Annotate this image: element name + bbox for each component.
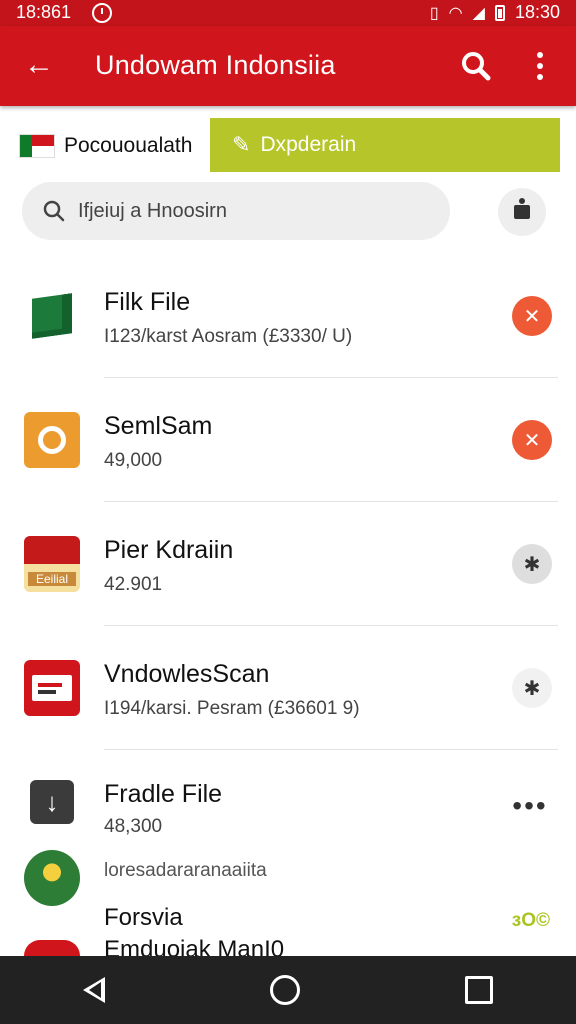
list-item[interactable]: VndowlesScan I194/karsi. Pesram (£36601 … bbox=[0, 626, 576, 750]
item-name: VndowlesScan bbox=[104, 660, 270, 688]
app-bar: ← Undowam Indonsiia bbox=[0, 26, 576, 106]
more-vert-icon[interactable] bbox=[528, 48, 552, 84]
list-item[interactable]: Eeilial Pier Kdraiin 42.901 ✱ bbox=[0, 502, 576, 626]
app-list: Filk File I123/karst Aosram (£3330/ U) ✕… bbox=[0, 254, 576, 860]
avatar bbox=[24, 850, 80, 906]
download-icon: ↓ bbox=[30, 780, 74, 824]
flag-icon bbox=[20, 135, 54, 157]
search-box[interactable] bbox=[22, 182, 450, 240]
tab-bar: Pocououalath ✎ Dxpderain bbox=[0, 106, 576, 176]
list-item[interactable]: SemlSam 49,000 ✕ bbox=[0, 378, 576, 502]
extra-section: loresadararanaaiita Forsvia Emduojak Man… bbox=[0, 846, 576, 956]
tab-action[interactable]: ✎ Dxpderain bbox=[210, 118, 560, 172]
status-time-right: 18:30 bbox=[514, 2, 560, 22]
item-name: Filk File bbox=[104, 288, 191, 316]
item-meta: 48,300 bbox=[104, 816, 163, 837]
item-name: Pier Kdraiin bbox=[104, 536, 234, 564]
item-name: Fradle File bbox=[104, 780, 223, 808]
search-icon[interactable] bbox=[458, 48, 494, 84]
status-bar: 18:861 ▯ ◠ ◢ 18:30 bbox=[0, 0, 576, 26]
action-star-icon[interactable]: ✱ bbox=[512, 544, 552, 584]
search-icon bbox=[43, 200, 65, 222]
vibrate-icon: ▯ bbox=[429, 4, 439, 22]
battery-icon bbox=[494, 4, 505, 21]
item-meta: 49,000 bbox=[104, 450, 163, 471]
filter-button[interactable] bbox=[498, 188, 546, 236]
flag-app-icon: Eeilial bbox=[24, 536, 80, 592]
action-x-icon[interactable]: ✕ bbox=[512, 296, 552, 336]
back-icon[interactable] bbox=[82, 977, 105, 1003]
status-icons: ▯ ◠ ◢ 18:30 bbox=[430, 2, 560, 23]
score-badge: ɜO© bbox=[511, 910, 550, 931]
alarm-icon bbox=[92, 3, 112, 23]
status-time-left: 18:861 bbox=[16, 2, 72, 22]
item-name: SemlSam bbox=[104, 412, 213, 440]
tab-language-label: Pocououalath bbox=[64, 134, 193, 157]
tab-language[interactable]: Pocououalath bbox=[20, 126, 192, 166]
item-meta: I123/karst Aosram (£3330/ U) bbox=[104, 326, 353, 347]
signal-icon: ◢ bbox=[472, 4, 485, 22]
action-star-icon[interactable]: ✱ bbox=[512, 668, 552, 708]
page-title: Undowam Indonsiia bbox=[95, 50, 336, 80]
recents-icon[interactable] bbox=[465, 976, 494, 1004]
nav-bar bbox=[0, 956, 576, 1024]
item-meta: I194/karsi. Pesram (£36601 9) bbox=[104, 698, 360, 719]
item-name-2[interactable]: Emduojak ManI0 bbox=[104, 936, 284, 956]
tools-icon: ✎ bbox=[232, 132, 251, 157]
list-item[interactable]: Filk File I123/karst Aosram (£3330/ U) ✕ bbox=[0, 254, 576, 378]
wifi-icon: ◠ bbox=[448, 4, 463, 22]
item-name[interactable]: Forsvia bbox=[104, 904, 183, 932]
search-input[interactable] bbox=[76, 198, 420, 224]
action-x-icon[interactable]: ✕ bbox=[512, 420, 552, 460]
tab-action-label: Dxpderain bbox=[260, 133, 357, 156]
search-row bbox=[0, 176, 576, 252]
item-subtitle: loresadararanaaiita bbox=[104, 860, 267, 881]
list-item[interactable]: ↓ Fradle File 48,300 ••• bbox=[0, 750, 576, 860]
app-icon bbox=[24, 940, 80, 956]
home-icon[interactable] bbox=[269, 975, 300, 1005]
arrow-back-icon[interactable]: ← bbox=[22, 48, 56, 82]
cube-icon bbox=[24, 288, 80, 344]
item-meta: 42.901 bbox=[104, 574, 163, 595]
more-horiz-icon[interactable]: ••• bbox=[508, 786, 552, 826]
sync-icon bbox=[24, 412, 80, 468]
profile-icon bbox=[514, 198, 530, 219]
scanner-icon bbox=[24, 660, 80, 716]
